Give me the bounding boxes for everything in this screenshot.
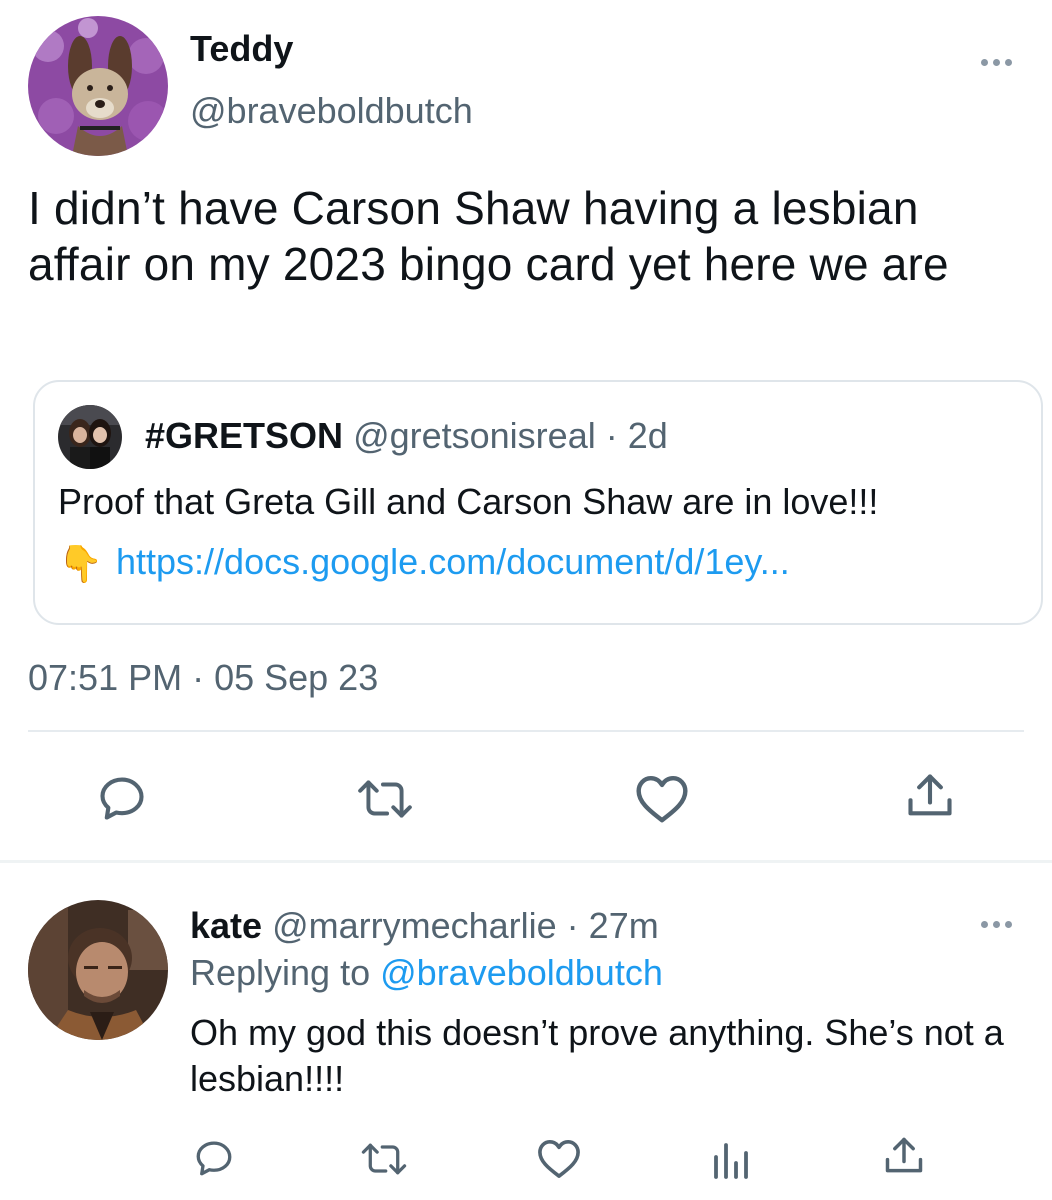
like-icon[interactable] bbox=[536, 1137, 582, 1179]
reply-header: kate @marrymecharlie · 27m bbox=[190, 903, 659, 949]
document-link[interactable]: https://docs.google.com/document/d/1ey..… bbox=[116, 541, 790, 582]
reply-text: Oh my god this doesn’t prove anything. S… bbox=[190, 1012, 1004, 1099]
like-icon[interactable] bbox=[634, 772, 690, 824]
analytics-icon[interactable] bbox=[710, 1137, 750, 1181]
quoted-age: 2d bbox=[627, 415, 668, 456]
divider bbox=[28, 730, 1024, 732]
reply-icon[interactable] bbox=[193, 1137, 235, 1179]
quoted-display-name[interactable]: #GRETSON bbox=[145, 415, 343, 456]
reply-handle[interactable]: @marrymecharlie bbox=[272, 905, 557, 946]
pointing-down-emoji: 👇 bbox=[58, 543, 103, 585]
thread-separator bbox=[0, 860, 1052, 863]
quoted-avatar[interactable] bbox=[58, 405, 122, 469]
tweet-text: I didn’t have Carson Shaw having a lesbi… bbox=[28, 182, 949, 290]
reply-icon[interactable] bbox=[96, 772, 148, 824]
quoted-header: #GRETSON @gretsonisreal · 2d bbox=[145, 413, 668, 459]
more-horizontal-icon[interactable] bbox=[976, 52, 1016, 72]
replying-to-label: Replying to bbox=[190, 952, 371, 993]
share-icon[interactable] bbox=[882, 1134, 926, 1178]
quoted-handle[interactable]: @gretsonisreal bbox=[353, 415, 596, 456]
reply-age: 27m bbox=[588, 905, 659, 946]
reply-avatar[interactable] bbox=[28, 900, 168, 1040]
user-handle[interactable]: @braveboldbutch bbox=[190, 90, 473, 132]
tweet-timestamp[interactable]: 07:51 PM · 05 Sep 23 bbox=[28, 655, 378, 701]
dog-avatar-image bbox=[28, 16, 168, 156]
quoted-text: Proof that Greta Gill and Carson Shaw ar… bbox=[58, 481, 879, 522]
couple-avatar-image bbox=[58, 405, 122, 469]
reply-display-name[interactable]: kate bbox=[190, 905, 262, 946]
dot-separator: · bbox=[595, 415, 628, 456]
display-name[interactable]: Teddy bbox=[190, 28, 293, 70]
avatar[interactable] bbox=[28, 16, 168, 156]
quoted-link-row: 👇 https://docs.google.com/document/d/1ey.… bbox=[58, 538, 790, 588]
man-avatar-image bbox=[28, 900, 168, 1040]
dot-separator: · bbox=[556, 905, 589, 946]
share-icon[interactable] bbox=[904, 770, 956, 822]
replying-to: Replying to @braveboldbutch bbox=[190, 950, 663, 996]
replying-to-handle[interactable]: @braveboldbutch bbox=[380, 952, 663, 993]
retweet-icon[interactable] bbox=[356, 776, 414, 822]
retweet-icon[interactable] bbox=[360, 1140, 408, 1178]
more-horizontal-icon[interactable] bbox=[976, 914, 1016, 934]
